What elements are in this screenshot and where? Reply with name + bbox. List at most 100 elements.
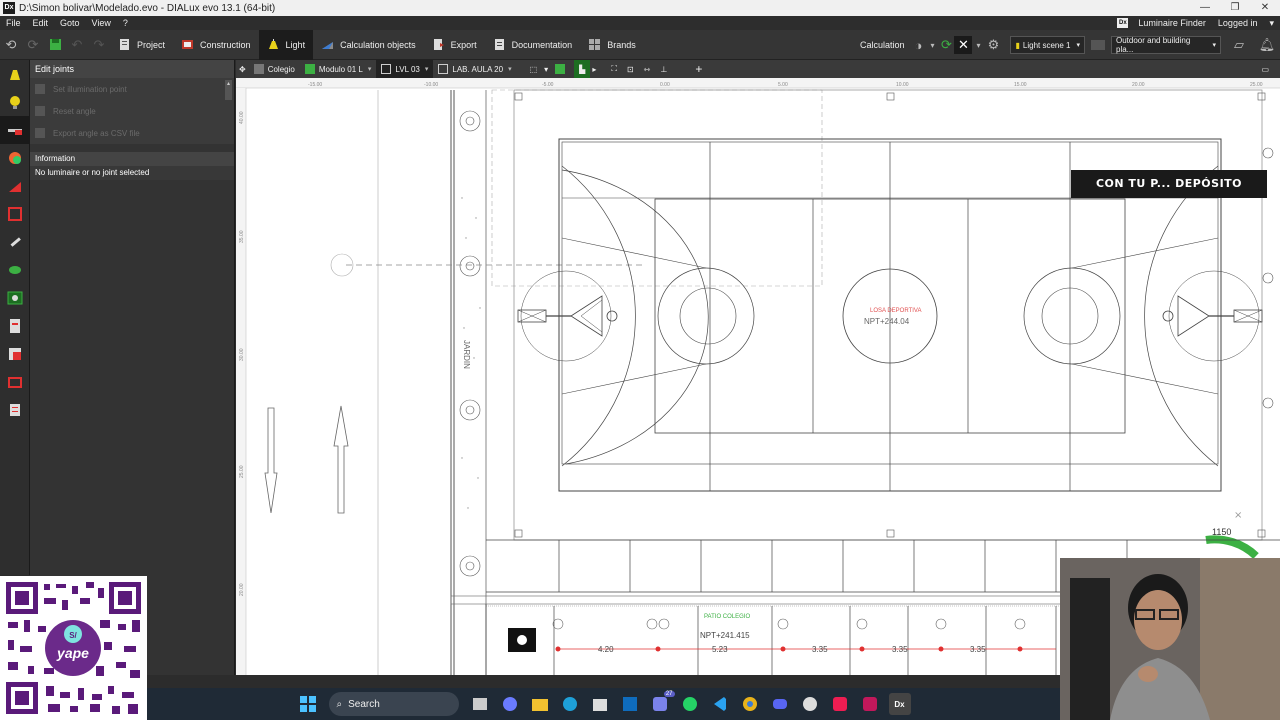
list-icon	[10, 404, 20, 416]
teams-icon[interactable]: 27	[649, 691, 675, 715]
distance-icon[interactable]: ⇿	[639, 60, 656, 78]
room-icon	[438, 64, 449, 74]
view-2d-icon[interactable]	[550, 60, 574, 78]
discord-icon[interactable]	[769, 693, 791, 715]
building-selector[interactable]: Modulo 01 L ▾	[300, 60, 377, 78]
tool-luminaire-arrange[interactable]	[0, 60, 30, 88]
brands-tab[interactable]: Brands	[580, 30, 644, 60]
menu-edit[interactable]: Edit	[27, 18, 55, 28]
task-view-icon[interactable]	[469, 693, 491, 715]
undo-icon[interactable]: ↶	[66, 30, 88, 60]
level-selector[interactable]: LVL 03 ▾	[376, 60, 434, 78]
yape-qr-code: S/ yape	[0, 576, 147, 720]
calculation-progress-icon[interactable]: ◑	[910, 30, 926, 60]
windows-start-icon[interactable]	[297, 693, 319, 715]
outdoor-building-value: Outdoor and building pla...	[1116, 36, 1191, 54]
tool-list[interactable]	[0, 396, 30, 424]
edge-icon[interactable]	[559, 693, 581, 715]
tool-insert-object[interactable]	[0, 340, 30, 368]
tool-measure[interactable]	[0, 172, 30, 200]
calculation-objects-tab[interactable]: Calculation objects	[313, 30, 424, 60]
reset-angle-button[interactable]: Reset angle	[30, 100, 234, 122]
whatsapp-icon[interactable]	[679, 693, 701, 715]
menu-view[interactable]: View	[86, 18, 117, 28]
account-chevron-icon[interactable]: ▾	[1263, 18, 1280, 29]
tiktok-icon[interactable]	[829, 693, 851, 715]
calculation-cancel-icon[interactable]: ✕	[954, 36, 973, 54]
export-angle-csv-button[interactable]: Export angle as CSV file	[30, 122, 234, 144]
fit-view-icon[interactable]: ⛶	[606, 60, 622, 78]
tool-green-leaf[interactable]	[0, 256, 30, 284]
forward-icon[interactable]: ⟳	[22, 30, 44, 60]
export-tab[interactable]: Export	[424, 30, 485, 60]
stream-banner: CON TU P... DEPÓSITO	[1071, 170, 1267, 198]
panel-header: Edit joints	[30, 60, 234, 78]
ruler-left-label: 20.00	[239, 583, 245, 596]
file-explorer-icon[interactable]	[529, 693, 551, 715]
vscode-icon[interactable]	[709, 693, 731, 715]
panel-scroll-up[interactable]: ▴	[225, 80, 232, 100]
tool-rectangle[interactable]	[0, 368, 30, 396]
save-icon[interactable]	[44, 30, 66, 60]
room-chevron-icon: ▾	[508, 66, 512, 73]
view-options-chevron-icon[interactable]: ▸	[590, 60, 598, 78]
luminaire-right[interactable]	[1162, 295, 1263, 337]
minimize-icon[interactable]: —	[1190, 0, 1220, 16]
dialux-taskbar-icon[interactable]: Dx	[888, 693, 911, 715]
tool-document[interactable]	[0, 312, 30, 340]
calc-options-dropdown-icon[interactable]: ▾	[972, 30, 984, 60]
menu-help[interactable]: ?	[117, 18, 134, 28]
redo-icon[interactable]: ↷	[88, 30, 110, 60]
taskbar-search[interactable]: ⌕ Search	[328, 692, 459, 716]
selection-chevron-icon[interactable]: ▾	[542, 60, 550, 78]
canva-icon[interactable]	[859, 693, 881, 715]
export-tab-label: Export	[450, 39, 477, 50]
light-bulb-icon	[10, 96, 20, 109]
set-illumination-point-button[interactable]: Set illumination point	[30, 78, 234, 100]
rectangle-icon	[8, 377, 22, 388]
tool-insert-element[interactable]	[0, 200, 30, 228]
settings-gear-icon[interactable]: ⚙	[984, 30, 1002, 60]
documentation-tab[interactable]: Documentation	[485, 30, 581, 60]
outlook-icon[interactable]	[619, 693, 641, 715]
restore-icon[interactable]: ❐	[1220, 0, 1250, 16]
outdoor-building-dropdown[interactable]: Outdoor and building pla... ▾	[1111, 36, 1221, 54]
garden-label: JARDIN	[462, 340, 471, 369]
scene-box-icon[interactable]	[1088, 30, 1108, 60]
layers-icon[interactable]: ▱	[1224, 30, 1254, 60]
pan-icon[interactable]: ✥	[236, 60, 249, 78]
site-selector[interactable]: Colegio	[249, 60, 300, 78]
menu-file[interactable]: File	[0, 18, 27, 28]
close-icon[interactable]: ✕	[1250, 0, 1280, 16]
tool-wrench[interactable]	[0, 228, 30, 256]
copilot-icon[interactable]	[499, 693, 521, 715]
calculation-dropdown-icon[interactable]: ▾	[926, 30, 938, 60]
construction-icon	[182, 40, 194, 49]
screen-icon[interactable]: ▭	[1256, 60, 1274, 78]
project-tab[interactable]: Project	[110, 30, 173, 60]
light-tab[interactable]: Light	[258, 29, 314, 60]
selection-icon[interactable]: ⬚	[525, 60, 543, 78]
back-icon[interactable]: ⟲	[0, 30, 22, 60]
luminaire-left[interactable]	[517, 295, 618, 337]
room-selector[interactable]: LAB. AULA 20 ▾	[433, 60, 516, 78]
obs-icon[interactable]	[799, 693, 821, 715]
tool-screenshot[interactable]	[0, 284, 30, 312]
chrome-icon[interactable]	[739, 693, 761, 715]
tool-light-bulb[interactable]	[0, 88, 30, 116]
notification-bell-icon[interactable]: 🔔︎	[1254, 30, 1280, 60]
height-icon[interactable]: ⊥	[655, 60, 672, 78]
view-floorplan-icon[interactable]: ▙	[574, 60, 591, 78]
light-scene-dropdown[interactable]: ▮ Light scene 1 ▾	[1010, 36, 1085, 54]
construction-tab[interactable]: Construction	[173, 30, 259, 60]
tool-color[interactable]	[0, 144, 30, 172]
menu-goto[interactable]: Goto	[54, 18, 86, 28]
zoom-window-icon[interactable]: ⊡	[622, 60, 639, 78]
close-marker-icon[interactable]: ×	[1234, 510, 1242, 521]
logged-in-menu[interactable]: Logged in	[1212, 18, 1264, 28]
store-icon[interactable]	[589, 693, 611, 715]
tool-edit-joints[interactable]	[0, 116, 30, 144]
luminaire-finder-link[interactable]: Luminaire Finder	[1132, 18, 1212, 28]
calculation-start-icon[interactable]: ⟳	[938, 30, 954, 60]
add-icon[interactable]: +	[690, 60, 707, 78]
